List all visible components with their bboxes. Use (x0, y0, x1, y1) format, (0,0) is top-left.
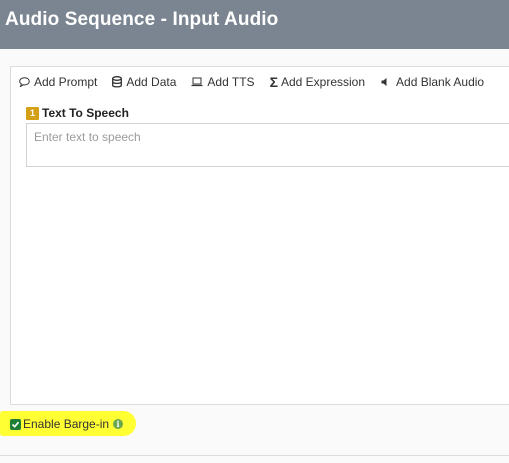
dialog-title: Audio Sequence - Input Audio (5, 9, 279, 30)
dialog-header: Audio Sequence - Input Audio (0, 0, 509, 49)
check-icon (11, 421, 20, 428)
add-tts-button[interactable]: Add TTS (191, 75, 255, 89)
sigma-icon: Σ (269, 74, 278, 90)
add-blank-audio-label: Add Blank Audio (396, 75, 485, 89)
tts-block-header: 1 Text To Speech (26, 106, 129, 120)
add-data-button[interactable]: Add Data (112, 75, 176, 89)
add-data-label: Add Data (126, 75, 177, 89)
add-prompt-button[interactable]: Add Prompt (19, 75, 97, 89)
volume-off-icon (381, 78, 387, 86)
laptop-icon (191, 77, 203, 87)
audio-sequence-editor: Add Prompt Add Data Add TTS Σ Add Expres… (10, 66, 509, 405)
barge-in-checkbox[interactable] (10, 418, 21, 430)
divider (0, 455, 509, 456)
add-expression-label: Add Expression (280, 75, 366, 89)
add-expression-button[interactable]: Σ Add Expression (270, 75, 365, 89)
text-to-speech-input[interactable]: Enter text to speech (26, 123, 509, 167)
info-icon[interactable]: i (113, 419, 124, 429)
block-index-badge: 1 (26, 106, 39, 120)
comment-icon (19, 77, 30, 87)
add-prompt-label: Add Prompt (34, 75, 98, 89)
barge-in-option[interactable]: Enable Barge-in i (10, 417, 124, 431)
tts-block-title: Text To Speech (42, 106, 129, 120)
database-icon (112, 76, 123, 88)
toolbar: Add Prompt Add Data Add TTS Σ Add Expres… (19, 73, 499, 91)
barge-in-label: Enable Barge-in (23, 417, 110, 431)
add-tts-label: Add TTS (207, 75, 255, 89)
add-blank-audio-button[interactable]: Add Blank Audio (380, 75, 484, 89)
